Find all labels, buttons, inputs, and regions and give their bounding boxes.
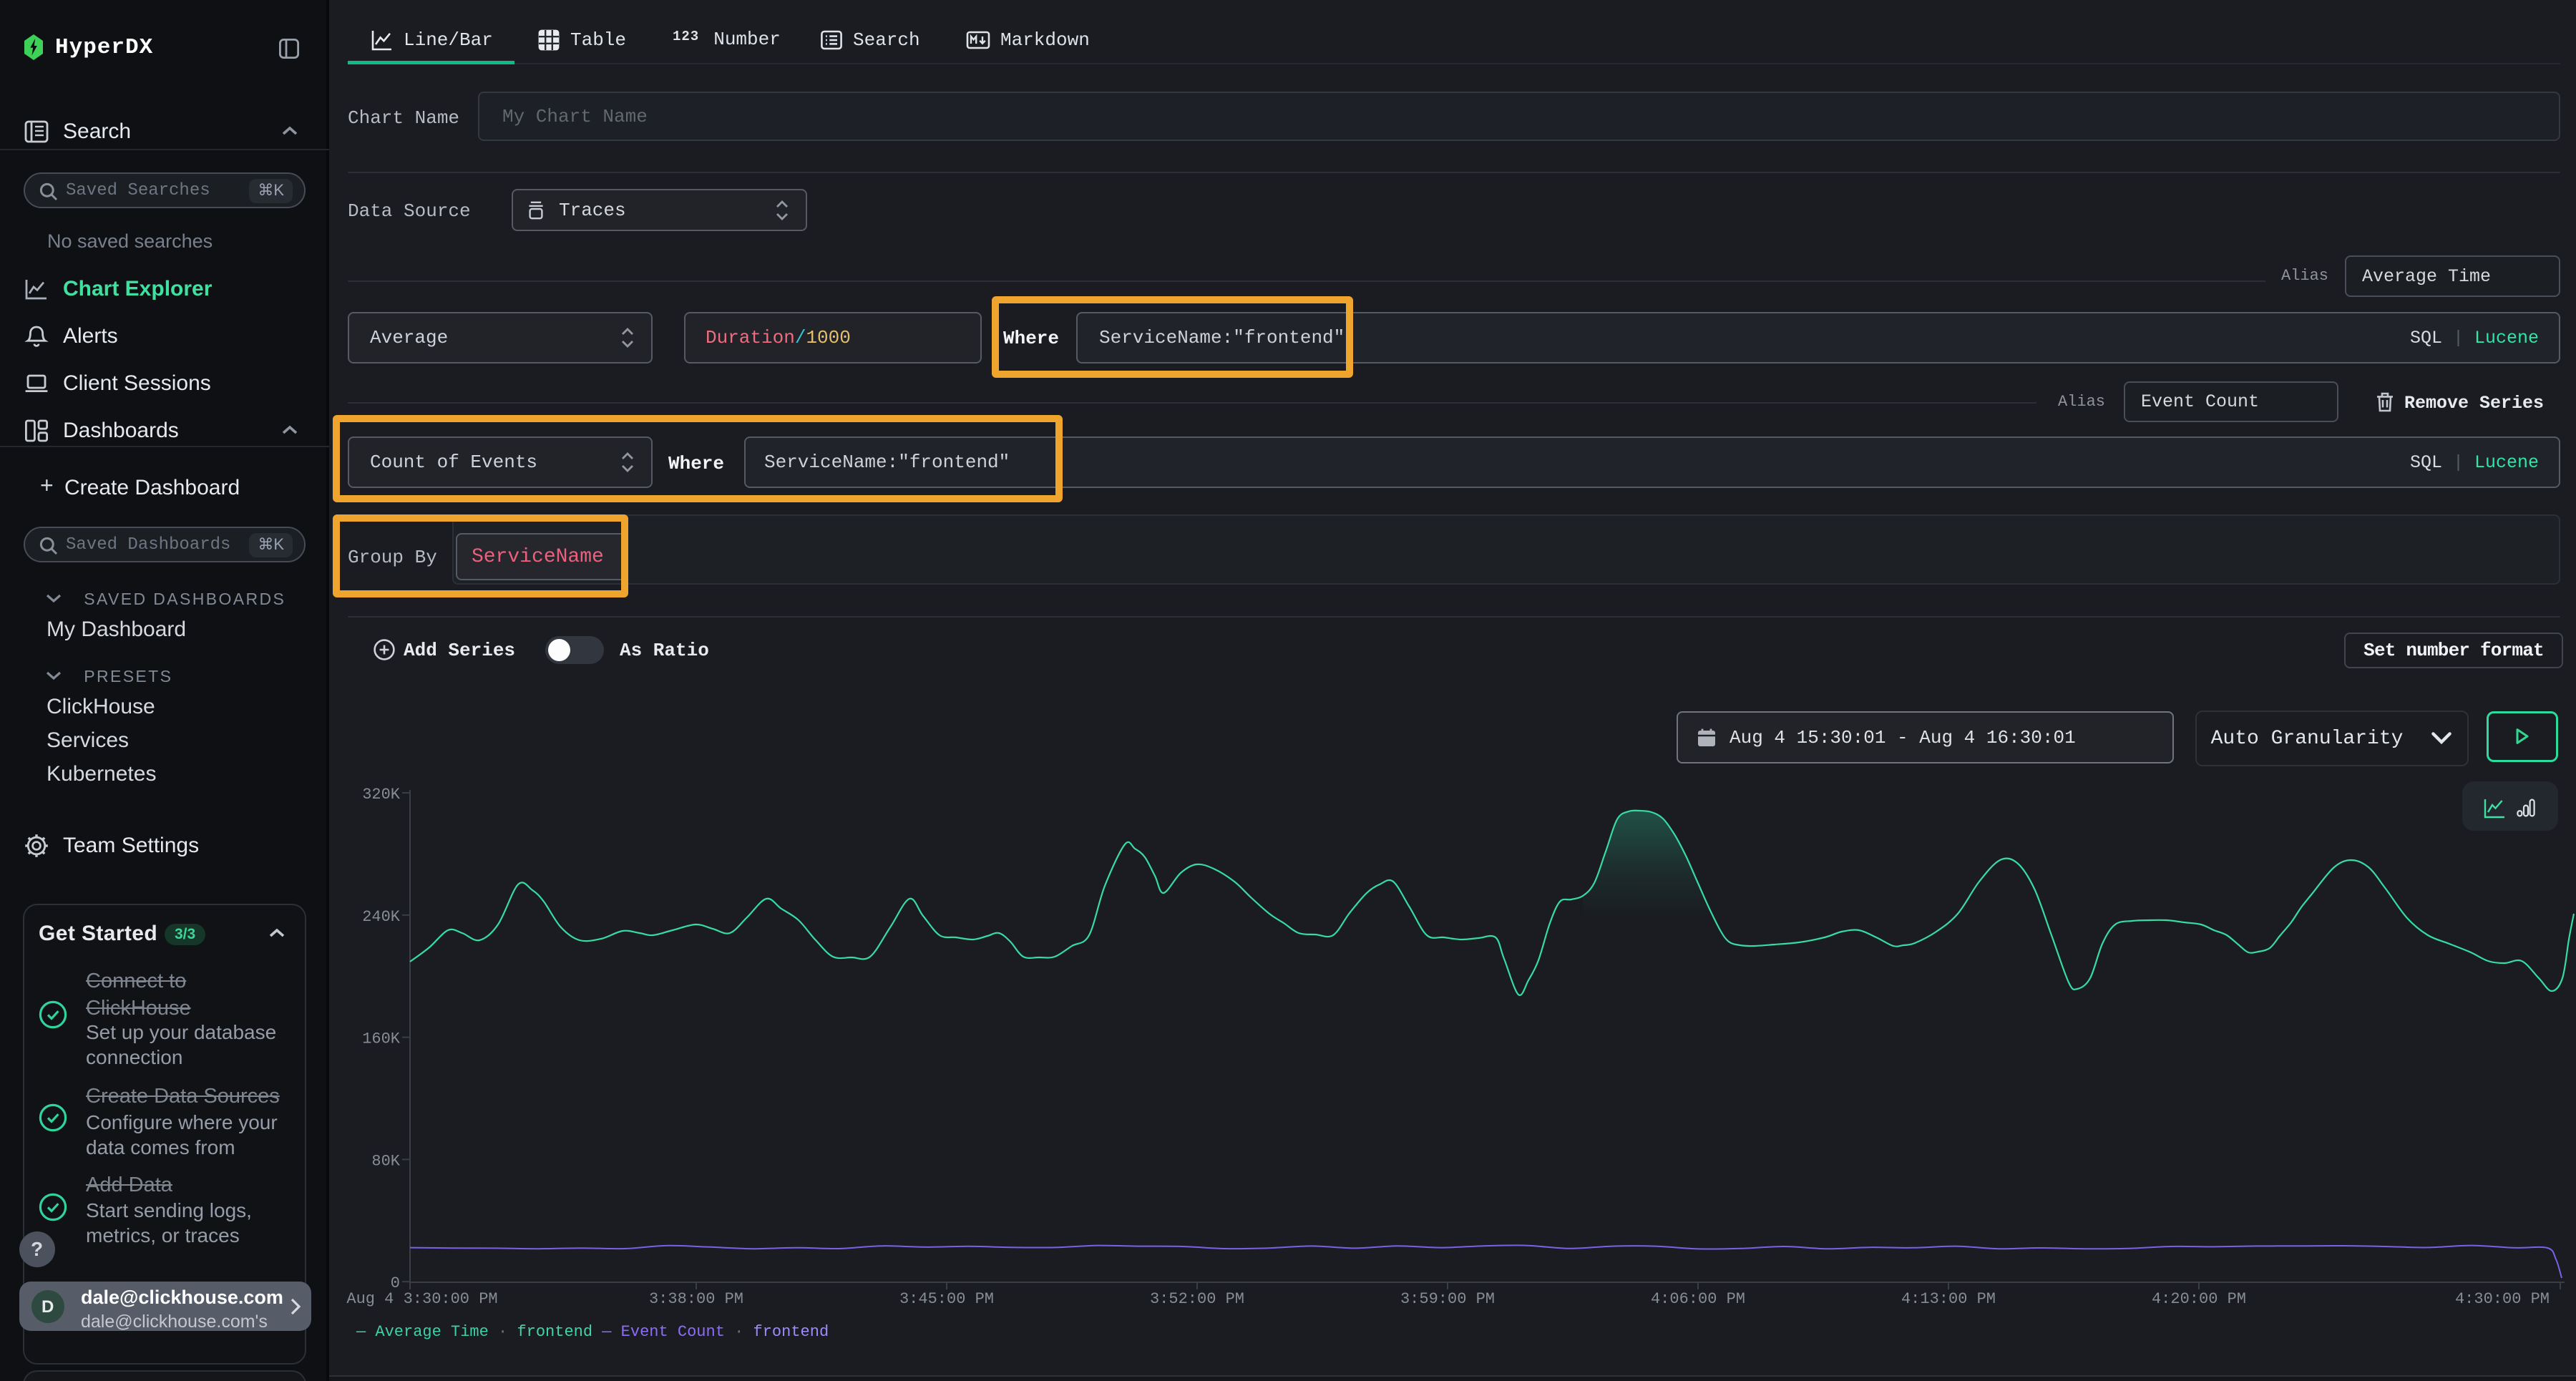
svg-text:3:38:00 PM: 3:38:00 PM [649,1290,743,1308]
svg-text:4:30:00 PM: 4:30:00 PM [2455,1290,2550,1308]
svg-text:80K: 80K [371,1152,400,1170]
svg-text:4:13:00 PM: 4:13:00 PM [1901,1290,1996,1308]
svg-text:4:20:00 PM: 4:20:00 PM [2152,1290,2246,1308]
svg-text:240K: 240K [362,908,401,926]
svg-text:160K: 160K [362,1030,401,1048]
svg-text:320K: 320K [362,786,401,804]
svg-text:3:59:00 PM: 3:59:00 PM [1400,1290,1495,1308]
svg-text:4:06:00 PM: 4:06:00 PM [1651,1290,1745,1308]
svg-text:Aug 4 3:30:00 PM: Aug 4 3:30:00 PM [346,1290,497,1308]
svg-text:3:52:00 PM: 3:52:00 PM [1150,1290,1244,1308]
svg-text:3:45:00 PM: 3:45:00 PM [899,1290,994,1308]
